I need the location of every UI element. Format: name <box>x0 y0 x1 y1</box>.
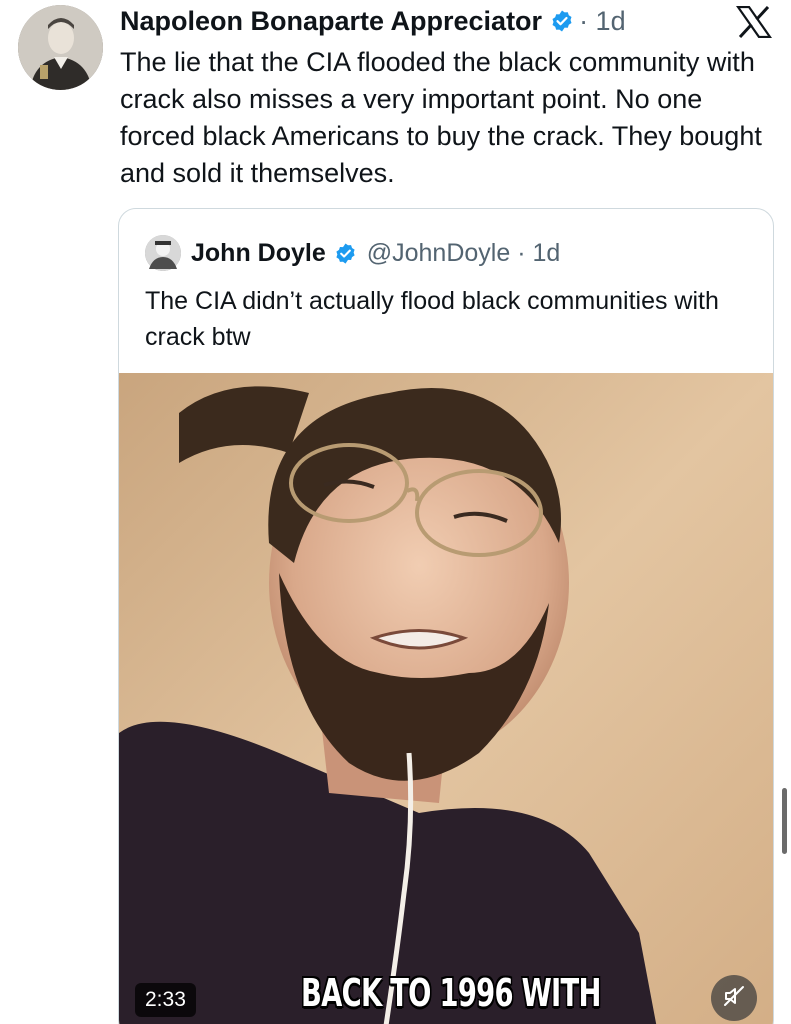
video-frame <box>119 373 773 1024</box>
video-player[interactable]: 2:33 BACK TO 1996 WITH <box>119 373 773 1024</box>
quoted-tweet-header: John Doyle @JohnDoyle · 1d <box>145 235 560 271</box>
author-name[interactable]: Napoleon Bonaparte Appreciator <box>120 3 542 39</box>
tweet-time[interactable]: · 1d <box>579 3 626 39</box>
video-duration: 2:33 <box>135 983 196 1017</box>
verified-badge-icon <box>334 242 357 265</box>
tweet-screenshot: Napoleon Bonaparte Appreciator · 1d The … <box>0 0 791 1024</box>
quoted-tweet-card[interactable]: John Doyle @JohnDoyle · 1d The CIA didn’… <box>118 208 774 1024</box>
quoted-author-name[interactable]: John Doyle <box>191 236 326 270</box>
tweet-header: Napoleon Bonaparte Appreciator · 1d <box>120 3 626 39</box>
verified-badge-icon <box>550 9 574 33</box>
quoted-tweet-text: The CIA didn’t actually flood black comm… <box>145 287 719 351</box>
scrollbar[interactable] <box>782 788 787 854</box>
x-logo-icon[interactable] <box>735 5 773 43</box>
mute-button[interactable] <box>711 975 757 1021</box>
author-avatar[interactable] <box>18 5 103 90</box>
quoted-author-avatar[interactable] <box>145 235 181 271</box>
muted-speaker-icon <box>722 984 746 1013</box>
tweet-text: The lie that the CIA flooded the black c… <box>120 47 762 188</box>
quoted-handle-time[interactable]: @JohnDoyle · 1d <box>367 236 561 270</box>
video-caption: BACK TO 1996 WITH <box>301 971 601 1015</box>
